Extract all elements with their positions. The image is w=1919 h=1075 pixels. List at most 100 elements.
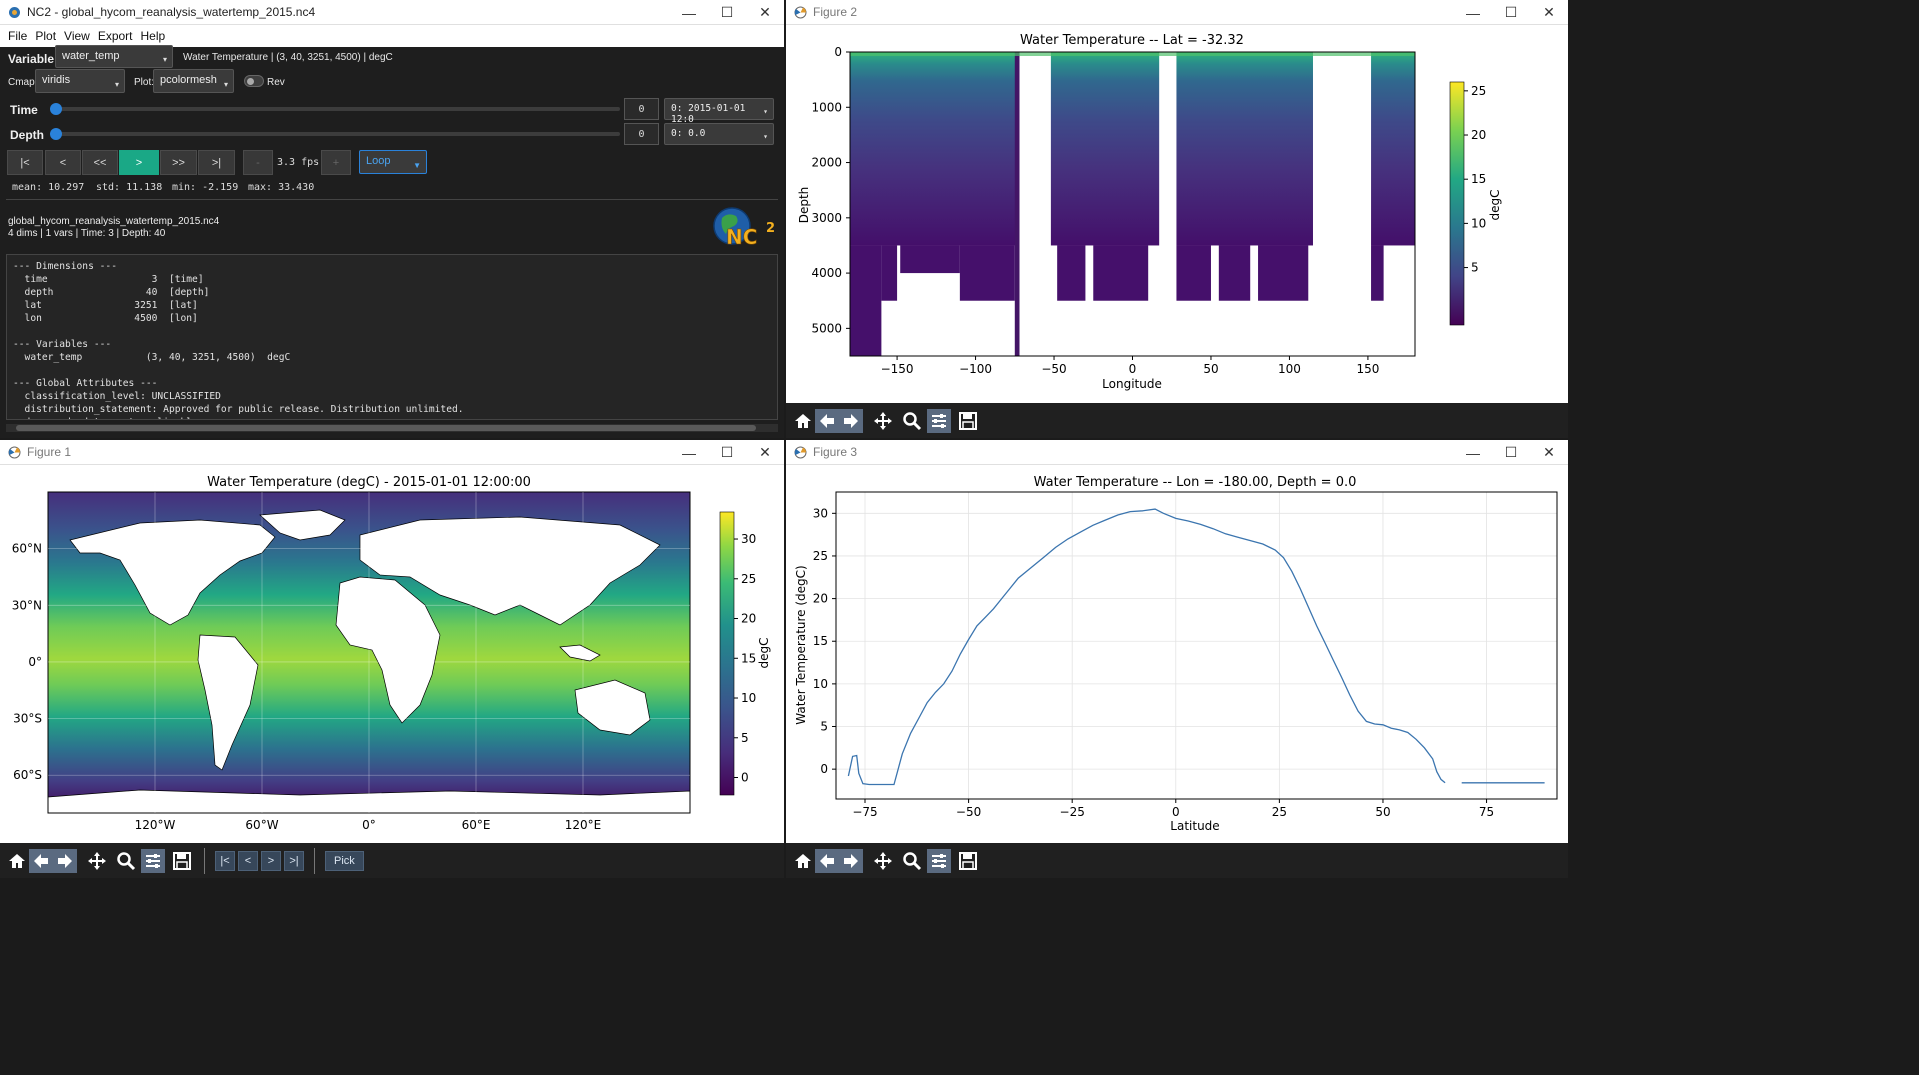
configure-subplots-icon[interactable] (927, 408, 951, 433)
plot-title: Water Temperature -- Lat = -32.32 (1020, 33, 1244, 48)
window-title: Figure 3 (813, 445, 858, 459)
x-axis-label: Longitude (1102, 377, 1162, 391)
save-icon[interactable] (170, 849, 194, 873)
depth-value: 0: 0.0 (671, 128, 706, 139)
figure2-titlebar: Figure 2 — ☐ ✕ (786, 0, 1568, 25)
colorbar-tick-label: 25 (1471, 84, 1486, 98)
deep-section (850, 245, 882, 356)
cmap-select[interactable]: viridis ▾ (35, 69, 125, 93)
colorbar-tick-label: 25 (741, 572, 756, 586)
close-button[interactable]: ✕ (1526, 440, 1568, 465)
toolbar-separator (314, 847, 315, 874)
forward-icon[interactable] (839, 408, 863, 433)
depth-value-select[interactable]: 0: 0.0 ▾ (664, 123, 774, 145)
matplotlib-icon (794, 6, 807, 19)
figure2-canvas[interactable]: Water Temperature -- Lat = -32.32 −150 −1… (786, 25, 1568, 403)
scrollbar-thumb[interactable] (16, 425, 756, 431)
surface-layer (850, 52, 1415, 56)
ocean-section (850, 52, 1020, 246)
fps-decrease-button[interactable]: - (243, 150, 273, 175)
last-frame-button[interactable]: >| (198, 150, 235, 175)
desktop-background (1568, 0, 1919, 1075)
menu-plot[interactable]: Plot (35, 29, 56, 43)
home-icon[interactable] (5, 849, 29, 873)
plot-title: Water Temperature -- Lon = -180.00, Dept… (1034, 475, 1357, 490)
time-value-select[interactable]: 0: 2015-01-01 12:0 ▾ (664, 98, 774, 125)
horizontal-scrollbar[interactable] (6, 424, 778, 432)
y-axis: 0 1000 2000 3000 4000 5000 (811, 45, 850, 335)
prev-frame-button[interactable]: < (45, 150, 81, 175)
pan-icon[interactable] (871, 849, 895, 873)
close-button[interactable]: ✕ (742, 0, 784, 25)
y-tick-label: 0 (834, 45, 842, 59)
menu-help[interactable]: Help (141, 29, 166, 43)
y-axis-label: Water Temperature (degC) (794, 565, 808, 724)
loop-mode-select[interactable]: Loop ▼ (359, 150, 427, 174)
fps-increase-button[interactable]: + (321, 150, 351, 175)
home-icon[interactable] (791, 409, 815, 433)
configure-subplots-icon[interactable] (141, 848, 165, 873)
save-icon[interactable] (956, 849, 980, 873)
y-axis: 30 25 20 15 10 5 0 (813, 506, 836, 776)
nav-prev-button[interactable]: < (238, 850, 258, 871)
colorbar (719, 511, 735, 796)
deep-section (1093, 245, 1149, 301)
x-tick-label: 0 (1129, 362, 1137, 376)
depth-slider[interactable] (54, 132, 620, 136)
time-index-input[interactable]: 0 (624, 98, 659, 120)
y-tick-label: 1000 (811, 100, 842, 114)
depth-slider-handle[interactable] (50, 128, 62, 140)
y-tick-label: 60°S (13, 768, 42, 782)
nav-next-button[interactable]: > (261, 850, 281, 871)
x-tick-label: 100 (1278, 362, 1301, 376)
stat-max: max: 33.430 (248, 182, 315, 193)
zoom-icon[interactable] (114, 849, 138, 873)
home-icon[interactable] (791, 849, 815, 873)
play-button[interactable]: > (119, 150, 159, 175)
pan-icon[interactable] (871, 409, 895, 433)
x-tick-label: 120°W (135, 818, 176, 832)
back-icon[interactable] (815, 408, 839, 433)
y-axis-label: Depth (797, 187, 811, 224)
back-icon[interactable] (815, 848, 839, 873)
pick-button[interactable]: Pick (325, 850, 364, 871)
desktop-background-bottom (0, 878, 1568, 1075)
colorbar (1449, 81, 1465, 326)
forward-icon[interactable] (839, 848, 863, 873)
figure3-canvas[interactable]: Water Temperature -- Lon = -180.00, Dept… (786, 465, 1568, 843)
deep-section (1176, 245, 1211, 301)
figure1-toolbar: |< < > >| Pick (0, 843, 784, 878)
time-slider-handle[interactable] (50, 103, 62, 115)
menu-view[interactable]: View (64, 29, 90, 43)
colorbar-tick-label: 30 (741, 532, 756, 546)
figure1-canvas[interactable]: Water Temperature (degC) - 2015-01-01 12… (0, 465, 784, 843)
save-icon[interactable] (956, 409, 980, 433)
window-title: Figure 2 (813, 5, 858, 19)
ridge-strip (1014, 52, 1020, 356)
pan-icon[interactable] (85, 849, 109, 873)
zoom-icon[interactable] (900, 409, 924, 433)
time-slider[interactable] (54, 107, 620, 111)
back-icon[interactable] (29, 848, 53, 873)
close-button[interactable]: ✕ (1526, 0, 1568, 25)
dropdown-arrow-icon: ▾ (162, 55, 167, 64)
nav-last-button[interactable]: >| (284, 850, 304, 871)
rev-toggle[interactable] (244, 75, 264, 87)
rewind-button[interactable]: << (82, 150, 118, 175)
nav-first-button[interactable]: |< (215, 850, 235, 871)
configure-subplots-icon[interactable] (927, 848, 951, 873)
close-button[interactable]: ✕ (742, 440, 784, 465)
zoom-icon[interactable] (900, 849, 924, 873)
menu-export[interactable]: Export (98, 29, 133, 43)
first-frame-button[interactable]: |< (7, 150, 43, 175)
fast-forward-button[interactable]: >> (160, 150, 197, 175)
x-tick-label: −50 (1041, 362, 1066, 376)
plot-label: Plot: (134, 77, 155, 88)
colorbar-ticks: 30 25 20 15 10 5 0 (734, 532, 756, 785)
variable-select[interactable]: water_temp ▾ (55, 45, 173, 68)
depth-index-input[interactable]: 0 (624, 123, 659, 145)
deep-section (1258, 245, 1309, 301)
plot-select[interactable]: pcolormesh ▾ (153, 69, 234, 93)
forward-icon[interactable] (53, 848, 77, 873)
menu-file[interactable]: File (8, 29, 27, 43)
